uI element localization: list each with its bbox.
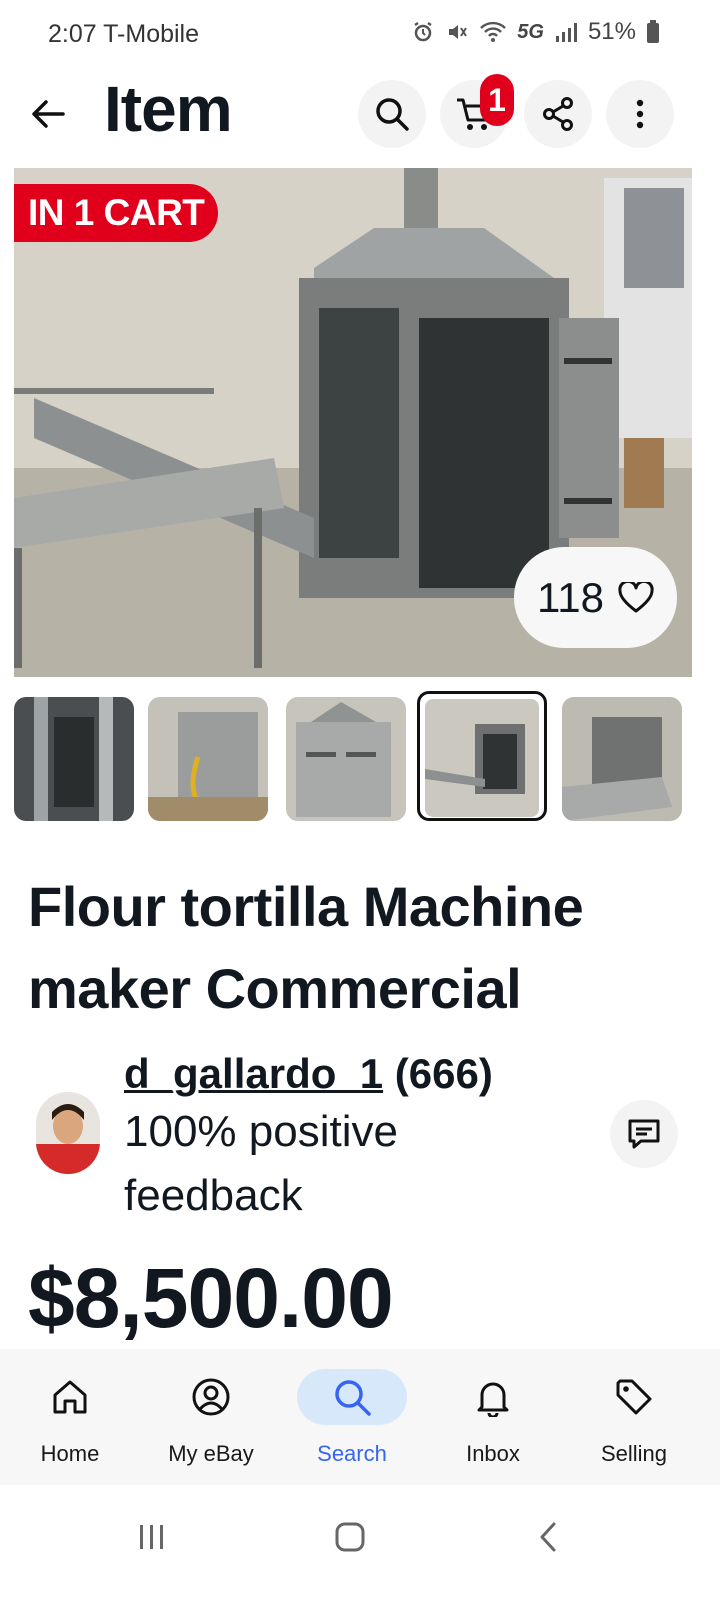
- share-button[interactable]: [524, 80, 592, 148]
- watch-count: 118: [537, 573, 604, 621]
- item-price: $8,500.00: [28, 1251, 394, 1345]
- alarm-icon: [414, 21, 432, 42]
- contact-seller-button[interactable]: [610, 1100, 678, 1168]
- back-button[interactable]: [22, 88, 74, 140]
- recent-apps-icon: [140, 1525, 163, 1549]
- watch-button[interactable]: 118: [514, 547, 677, 648]
- seller-feedback-score: (666): [394, 1050, 493, 1097]
- back-system-button[interactable]: [518, 1507, 578, 1567]
- thumbnail-1[interactable]: [14, 697, 134, 821]
- seller-username-link[interactable]: d_gallardo_1: [124, 1050, 383, 1097]
- in-cart-badge: IN 1 CART: [14, 184, 219, 242]
- network-type: 5G: [517, 20, 544, 43]
- nav-my-ebay-label: My eBay: [168, 1441, 254, 1466]
- search-icon: [335, 1380, 371, 1416]
- thumbnail-4-selected[interactable]: [417, 691, 547, 821]
- item-title: Flour tortilla Machine maker Commercial: [28, 875, 584, 1020]
- more-options-button[interactable]: [606, 80, 674, 148]
- seller-name-row: d_gallardo_1 (666): [124, 1050, 493, 1098]
- nav-search[interactable]: Search: [282, 1369, 422, 1467]
- mute-icon: [449, 25, 468, 39]
- cart-count-badge: 1: [480, 74, 514, 126]
- status-time-carrier: 2:07 T-Mobile: [48, 20, 200, 48]
- battery-icon: [647, 20, 659, 43]
- status-icons: 5G 51%: [411, 18, 660, 46]
- seller-avatar[interactable]: [36, 1092, 100, 1174]
- thumbnail-5[interactable]: [562, 697, 682, 821]
- system-navigation-bar: [0, 1485, 720, 1600]
- nav-search-label: Search: [317, 1441, 387, 1466]
- bell-icon: [477, 1382, 509, 1417]
- nav-inbox-label: Inbox: [466, 1441, 520, 1466]
- seller-feedback-percent: 100% positive feedback: [124, 1107, 398, 1220]
- nav-inbox[interactable]: Inbox: [423, 1369, 563, 1467]
- home-icon: [53, 1380, 87, 1414]
- thumbnail-2[interactable]: [148, 697, 268, 821]
- heart-icon: [618, 581, 654, 612]
- recent-apps-button[interactable]: [122, 1507, 182, 1567]
- signal-icon: [555, 23, 577, 42]
- back-arrow-icon: [32, 100, 65, 128]
- tag-icon: [616, 1379, 652, 1415]
- search-button[interactable]: [358, 80, 426, 148]
- nav-my-ebay[interactable]: My eBay: [141, 1369, 281, 1467]
- home-system-button[interactable]: [320, 1507, 380, 1567]
- nav-selling[interactable]: Selling: [564, 1369, 704, 1467]
- home-circle-icon: [335, 1522, 365, 1552]
- battery-percent: 51%: [587, 18, 636, 45]
- share-icon: [543, 97, 573, 131]
- profile-icon: [192, 1378, 230, 1416]
- message-icon: [628, 1119, 660, 1149]
- page-title: Item: [104, 73, 233, 145]
- thumbnail-3[interactable]: [286, 697, 406, 821]
- nav-home-label: Home: [40, 1441, 100, 1466]
- bottom-navigation: Home My eBay Search Inbox Selling: [0, 1349, 720, 1485]
- search-icon: [376, 98, 409, 131]
- nav-home[interactable]: Home: [0, 1369, 140, 1467]
- wifi-icon: [480, 21, 507, 42]
- nav-selling-label: Selling: [600, 1441, 668, 1466]
- chevron-left-icon: [540, 1522, 556, 1552]
- more-vertical-icon: [636, 99, 644, 129]
